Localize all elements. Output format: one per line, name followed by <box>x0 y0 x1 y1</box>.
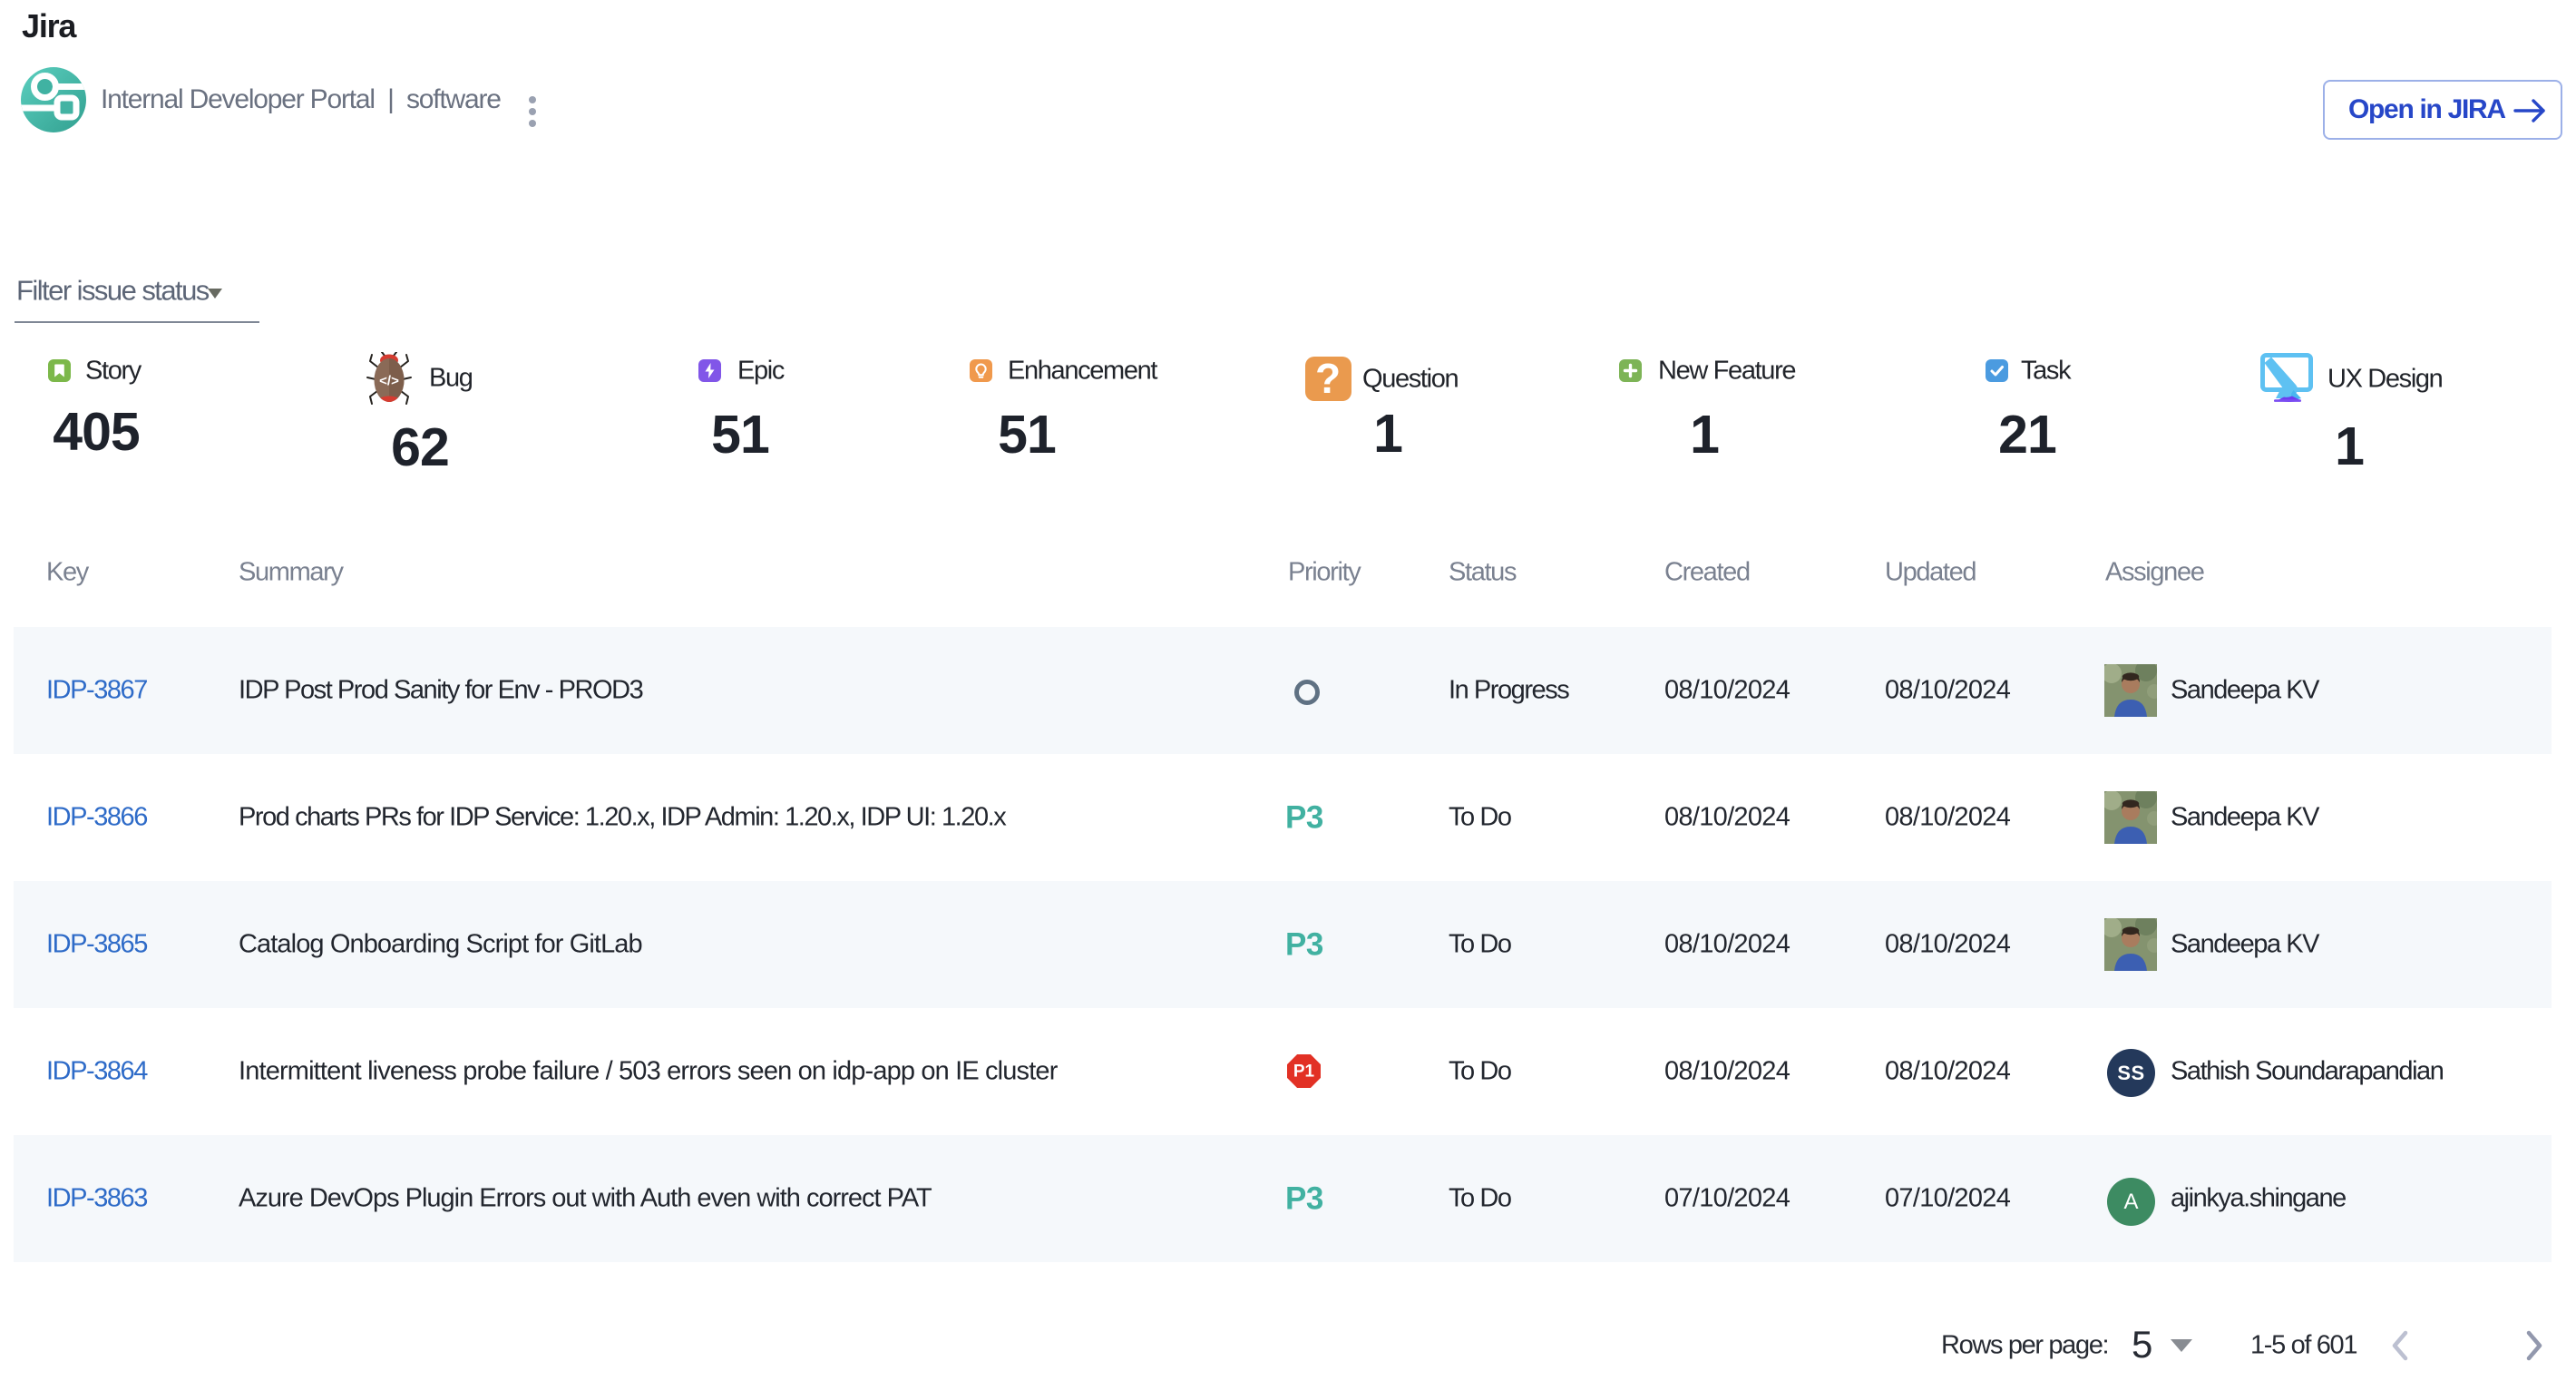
svg-text:</>: </> <box>379 374 399 389</box>
